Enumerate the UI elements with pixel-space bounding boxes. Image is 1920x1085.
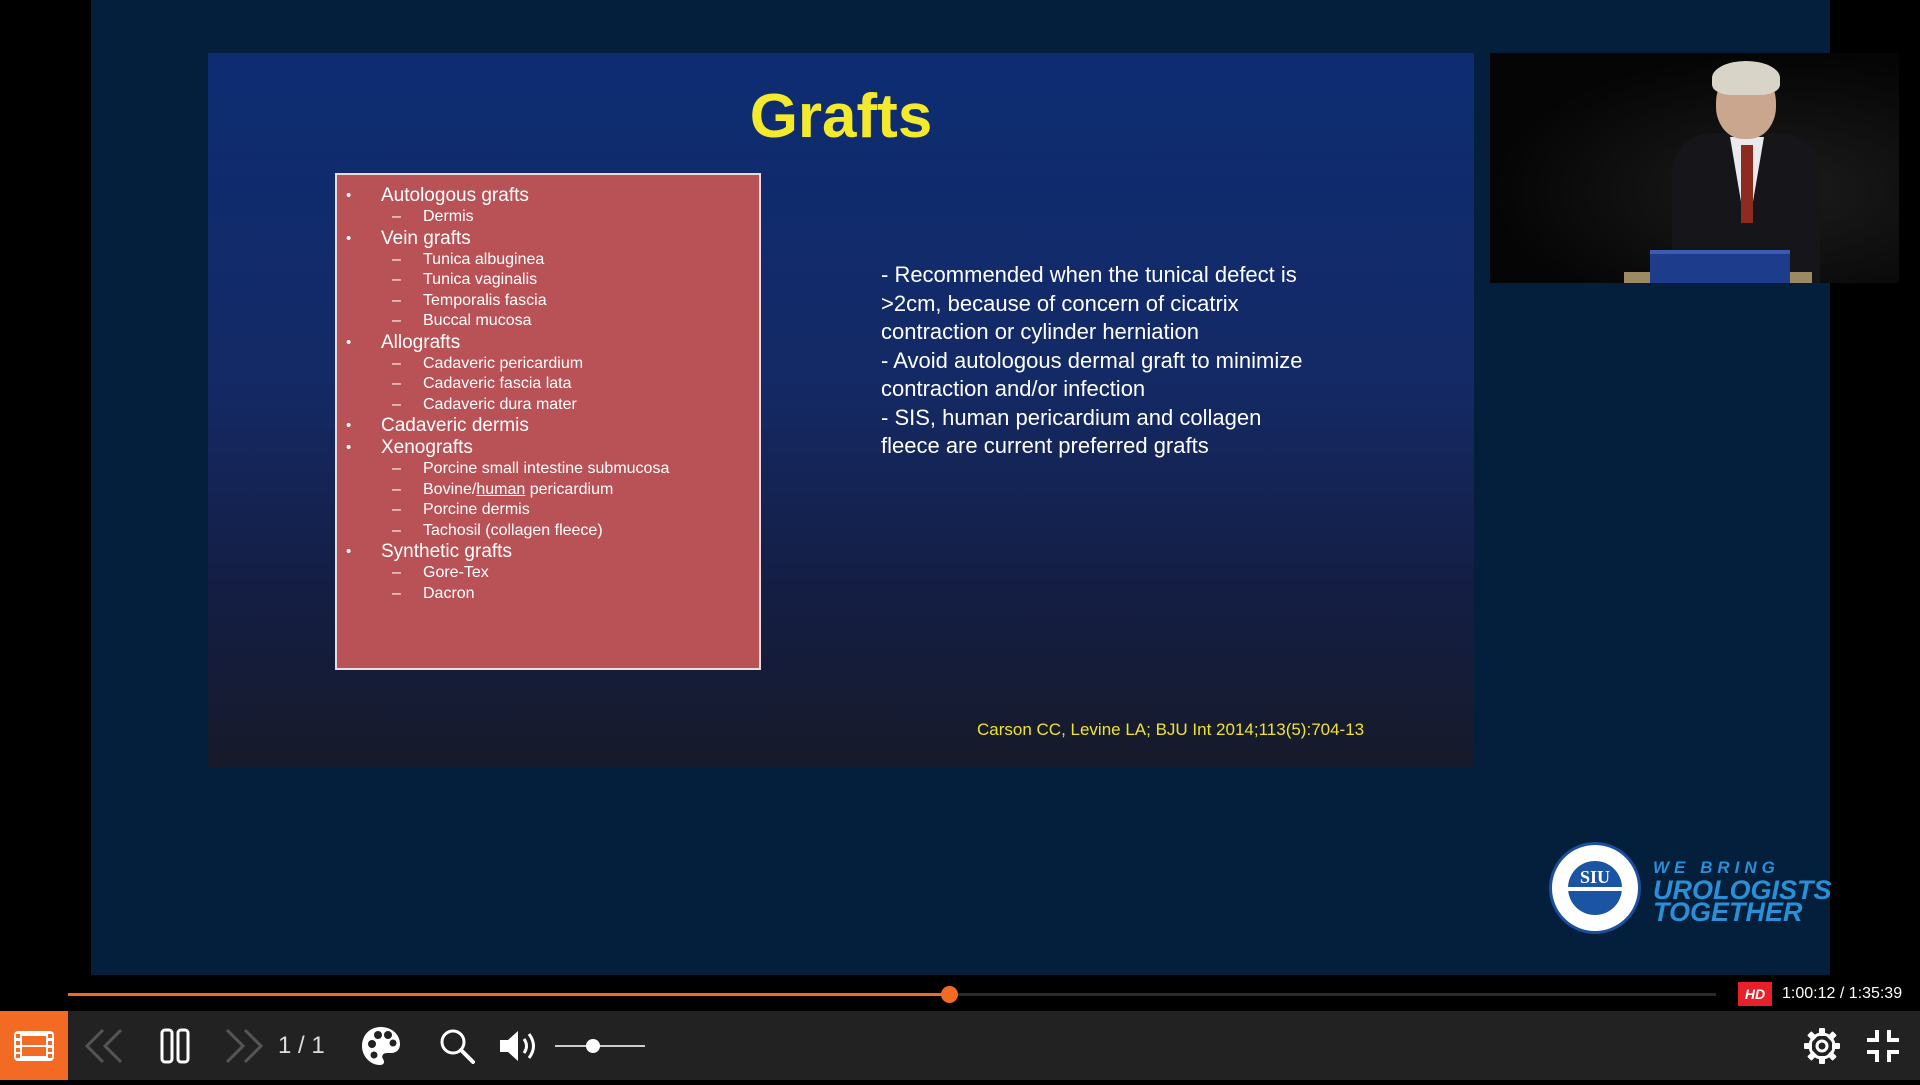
note-line: fleece are current preferred grafts xyxy=(881,433,1209,458)
list-subitem: Porcine small intestine submucosa xyxy=(337,459,759,480)
volume-icon xyxy=(500,1030,535,1061)
hd-badge[interactable]: HD xyxy=(1738,982,1772,1006)
volume-handle[interactable] xyxy=(585,1039,600,1053)
logo-text: SIU xyxy=(1579,867,1610,887)
list-subitem: Tunica albuginea xyxy=(337,250,759,271)
list-item: Xenografts xyxy=(337,437,759,459)
exit-fullscreen-icon xyxy=(1867,1029,1899,1062)
slide-citation: Carson CC, Levine LA; BJU Int 2014;113(5… xyxy=(977,720,1365,739)
chapters-button[interactable] xyxy=(0,1011,68,1080)
gear-icon xyxy=(1804,1027,1840,1064)
video-stage[interactable]: Grafts Autologous grafts Dermis Vein gra… xyxy=(91,0,1899,975)
list-subitem: Buccal mucosa xyxy=(337,311,759,332)
logo-center: SIU xyxy=(1568,861,1622,915)
graft-outline: Autologous grafts Dermis Vein grafts Tun… xyxy=(337,175,759,604)
podium xyxy=(1650,250,1790,283)
film-icon xyxy=(14,1031,54,1061)
list-subitem-text: Bovine/ xyxy=(423,480,477,498)
list-subitem: Cadaveric dura mater xyxy=(337,395,759,416)
pause-icon xyxy=(160,1028,190,1063)
time-display: 1:00:12 / 1:35:39 xyxy=(1782,985,1903,1002)
list-subitem: Cadaveric fascia lata xyxy=(337,374,759,395)
list-subitem: Porcine dermis xyxy=(337,500,759,521)
volume-slider[interactable] xyxy=(555,1045,645,1047)
presentation-slide: Grafts Autologous grafts Dermis Vein gra… xyxy=(208,53,1474,767)
list-item: Cadaveric dermis xyxy=(337,415,759,437)
progress-fill xyxy=(68,993,949,996)
graft-list-box: Autologous grafts Dermis Vein grafts Tun… xyxy=(335,173,761,670)
list-subitem: Tunica vaginalis xyxy=(337,270,759,291)
previous-button[interactable] xyxy=(80,1011,130,1080)
siu-logo: SIU xyxy=(1549,842,1641,934)
note-line: - Recommended when the tunical defect is xyxy=(881,262,1297,287)
list-subitem: Tachosil (collagen fleece) xyxy=(337,521,759,542)
note-line: contraction and/or infection xyxy=(881,376,1146,401)
list-item: Vein grafts xyxy=(337,228,759,250)
note-line: >2cm, because of concern of cicatrix xyxy=(881,290,1239,316)
slide-title: Grafts xyxy=(749,82,933,151)
theme-button[interactable] xyxy=(356,1011,406,1080)
exit-fullscreen-button[interactable] xyxy=(1858,1011,1908,1080)
list-item: Synthetic grafts xyxy=(337,541,759,563)
palette-icon xyxy=(362,1026,400,1065)
list-subitem: Temporalis fascia xyxy=(337,291,759,312)
next-button[interactable] xyxy=(218,1011,268,1080)
list-subitem-text: pericardium xyxy=(525,480,614,498)
list-subitem: Dermis xyxy=(337,207,759,228)
rewind-icon xyxy=(84,1028,123,1063)
progress-handle[interactable] xyxy=(940,986,958,1003)
podium-edge xyxy=(1790,272,1812,283)
brand-tagline: WE BRING UROLOGISTS TOGETHER xyxy=(1653,857,1832,926)
note-line: - SIS, human pericardium and collagen xyxy=(881,404,1262,430)
progress-bar[interactable] xyxy=(68,986,1716,1003)
note-line: contraction or cylinder herniation xyxy=(881,319,1199,344)
list-subitem-underlined: human xyxy=(476,480,526,498)
speaker-hair xyxy=(1712,61,1780,95)
control-bar: 1 / 1 xyxy=(0,1011,1920,1080)
list-subitem: Bovine/human pericardium xyxy=(337,480,759,501)
pause-button[interactable] xyxy=(152,1011,198,1080)
search-icon xyxy=(440,1029,475,1064)
speaker-video xyxy=(1490,53,1899,283)
list-item: Allografts xyxy=(337,332,759,354)
list-item: Autologous grafts xyxy=(337,185,759,207)
page-counter: 1 / 1 xyxy=(278,1032,325,1059)
note-line: - Avoid autologous dermal graft to minim… xyxy=(881,347,1303,373)
list-subitem: Dacron xyxy=(337,584,759,605)
settings-button[interactable] xyxy=(1797,1011,1847,1080)
podium-edge xyxy=(1624,272,1650,283)
fast-forward-icon xyxy=(225,1028,264,1063)
list-subitem: Gore-Tex xyxy=(337,563,759,584)
speaker-tie xyxy=(1741,145,1753,223)
search-button[interactable] xyxy=(432,1011,482,1080)
mute-button[interactable] xyxy=(492,1011,548,1080)
list-subitem: Cadaveric pericardium xyxy=(337,354,759,375)
slide-notes: - Recommended when the tunical defect is… xyxy=(881,261,1401,461)
